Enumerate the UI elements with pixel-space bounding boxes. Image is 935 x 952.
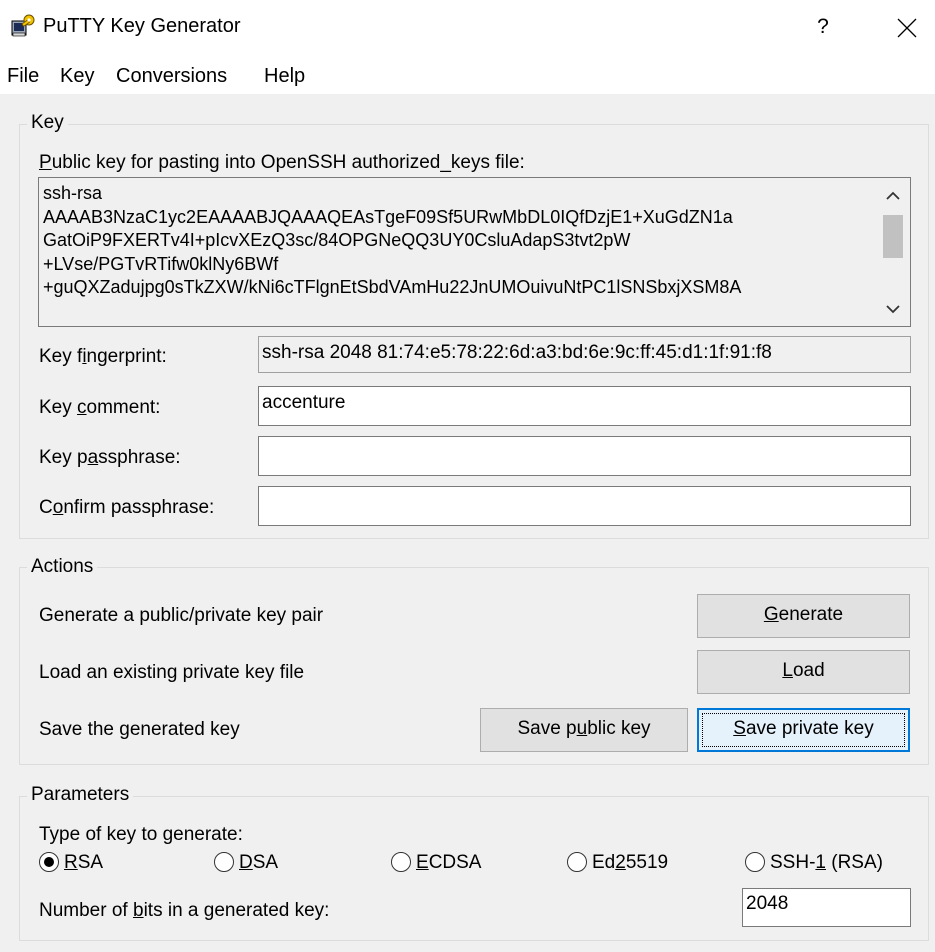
save-description: Save the generated key bbox=[39, 719, 240, 740]
radio-circle bbox=[39, 852, 59, 872]
close-button[interactable] bbox=[885, 10, 929, 46]
menu-conversions[interactable]: Conversions bbox=[116, 65, 227, 88]
title-bar: PuTTY Key Generator ? bbox=[0, 0, 935, 56]
radio-label: RSA bbox=[64, 852, 104, 873]
confirm-passphrase-label: Confirm passphrase: bbox=[39, 497, 215, 518]
chevron-down-icon bbox=[886, 305, 900, 314]
scroll-up-button[interactable] bbox=[876, 182, 910, 210]
key-comment-field[interactable]: accenture bbox=[258, 386, 911, 426]
key-bits-label: Number of bits in a generated key: bbox=[39, 900, 330, 921]
public-key-label: Public key for pasting into OpenSSH auth… bbox=[39, 152, 525, 173]
key-type-label: Type of key to generate: bbox=[39, 824, 243, 845]
generate-description: Generate a public/private key pair bbox=[39, 605, 324, 626]
help-button[interactable]: ? bbox=[805, 10, 841, 46]
public-key-line: +guQXZadujpg0sTkZXW/kNi6cTFlgnEtSbdVAmHu… bbox=[43, 277, 742, 297]
public-key-text: ssh-rsa AAAAB3NzaC1yc2EAAAABJQAAAQEAsTgeF… bbox=[43, 182, 873, 300]
radio-circle bbox=[214, 852, 234, 872]
radio-circle bbox=[745, 852, 765, 872]
radio-label: Ed25519 bbox=[592, 852, 669, 873]
chevron-up-icon bbox=[886, 191, 900, 200]
load-button[interactable]: Load bbox=[697, 650, 910, 694]
save-public-key-button[interactable]: Save public key bbox=[480, 708, 688, 752]
confirm-passphrase-field[interactable] bbox=[258, 486, 911, 526]
putty-keygen-icon bbox=[10, 13, 36, 39]
public-key-textbox[interactable]: ssh-rsa AAAAB3NzaC1yc2EAAAABJQAAAQEAsTgeF… bbox=[38, 177, 911, 327]
menu-key[interactable]: Key bbox=[60, 65, 94, 88]
window-title: PuTTY Key Generator bbox=[43, 15, 241, 37]
key-group-label: Key bbox=[27, 112, 68, 134]
key-passphrase-field[interactable] bbox=[258, 436, 911, 476]
radio-circle bbox=[567, 852, 587, 872]
scroll-down-button[interactable] bbox=[876, 296, 910, 324]
close-icon bbox=[897, 18, 917, 38]
menu-help[interactable]: Help bbox=[264, 65, 305, 88]
save-private-key-button[interactable]: Save private key bbox=[697, 708, 910, 752]
parameters-group-label: Parameters bbox=[27, 784, 134, 806]
menu-bar: File Key Conversions Help bbox=[0, 56, 935, 94]
public-key-line: +LVse/PGTvRTifw0klNy6BWf bbox=[43, 253, 279, 274]
generate-button[interactable]: Generate bbox=[697, 594, 910, 638]
public-key-scrollbar[interactable] bbox=[876, 178, 910, 326]
scroll-thumb[interactable] bbox=[883, 215, 903, 258]
focus-rectangle bbox=[702, 713, 905, 747]
radio-circle bbox=[391, 852, 411, 872]
radio-dot bbox=[44, 857, 54, 867]
radio-label: DSA bbox=[239, 852, 279, 873]
public-key-line: AAAAB3NzaC1yc2EAAAABJQAAAQEAsTgeF09Sf5UR… bbox=[43, 206, 733, 227]
actions-group-label: Actions bbox=[27, 556, 98, 578]
radio-label: SSH-1 (RSA) bbox=[770, 852, 883, 873]
key-fingerprint-field[interactable]: ssh-rsa 2048 81:74:e5:78:22:6d:a3:bd:6e:… bbox=[258, 336, 911, 373]
key-passphrase-label: Key passphrase: bbox=[39, 447, 181, 468]
public-key-line: ssh-rsa bbox=[43, 183, 103, 203]
public-key-line: GatOiP9FXERTv4I+pIcvXEzQ3sc/84OPGNeQQ3UY… bbox=[43, 230, 631, 250]
load-description: Load an existing private key file bbox=[39, 662, 305, 683]
menu-file[interactable]: File bbox=[7, 65, 39, 88]
radio-label: ECDSA bbox=[416, 852, 482, 873]
key-bits-field[interactable]: 2048 bbox=[742, 888, 911, 927]
key-fingerprint-label: Key fingerprint: bbox=[39, 346, 167, 367]
key-comment-label: Key comment: bbox=[39, 397, 161, 418]
